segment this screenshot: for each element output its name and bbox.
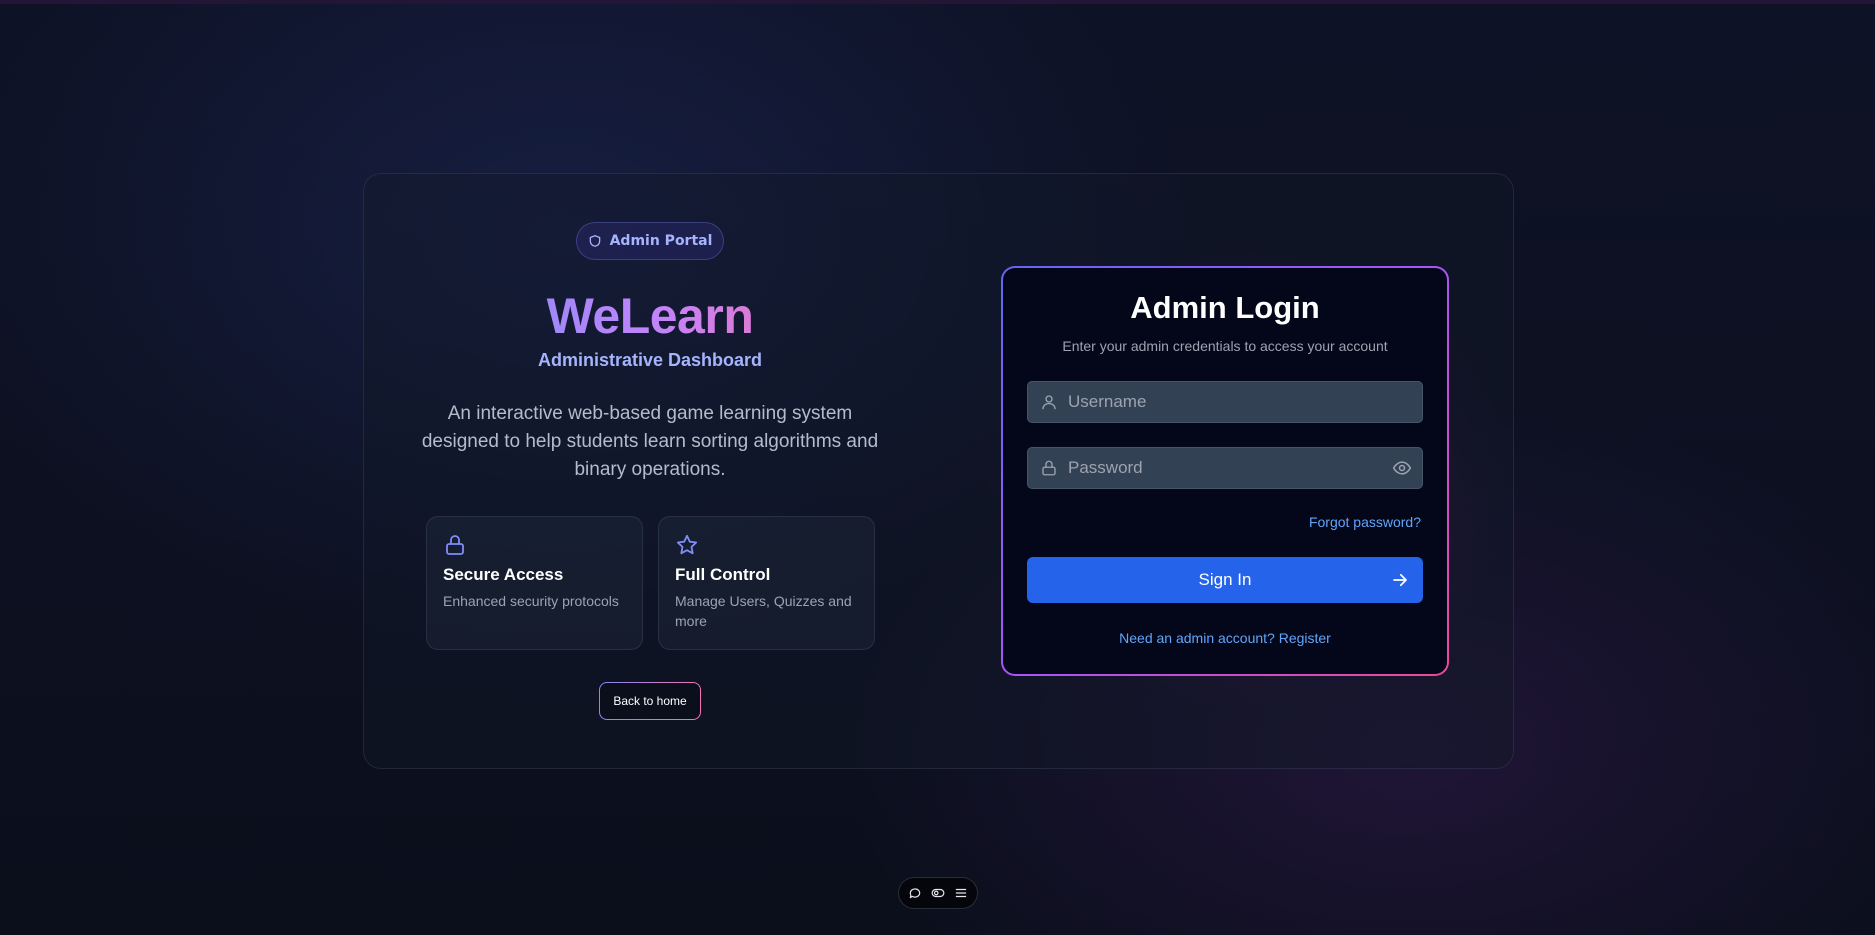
brand-description: An interactive web-based game learning s… [421, 403, 879, 480]
toggle-icon[interactable] [931, 886, 945, 900]
forgot-password-link[interactable]: Forgot password? [1309, 514, 1421, 530]
feature-title: Full Control [675, 565, 771, 584]
login-title: Admin Login [1130, 290, 1320, 325]
shield-icon [589, 235, 600, 247]
back-to-home-button[interactable]: Back to home [599, 682, 701, 720]
feature-desc: Manage Users, Quizzes and more [675, 593, 852, 629]
password-field [1027, 447, 1423, 489]
login-subtitle: Enter your admin credentials to access y… [1062, 338, 1388, 354]
username-field [1027, 381, 1423, 423]
lock-icon [1042, 460, 1056, 476]
user-icon [1042, 395, 1056, 410]
brand-subtitle: Administrative Dashboard [537, 350, 763, 370]
menu-icon[interactable] [954, 886, 968, 900]
arrow-right-icon [1393, 573, 1407, 587]
floating-toolbar [898, 877, 978, 909]
register-link[interactable]: Need an admin account? Register [1003, 630, 1447, 646]
chat-icon[interactable] [908, 886, 922, 900]
login-card: Admin Login Enter your admin credentials… [1001, 266, 1449, 676]
sign-in-button[interactable]: Sign In [1027, 557, 1423, 603]
brand-title: WeLearn [450, 286, 850, 346]
eye-icon[interactable] [1392, 458, 1412, 478]
username-input[interactable] [1068, 382, 1388, 422]
badge-label: Admin Portal [609, 233, 713, 249]
top-edge-line [0, 0, 1875, 4]
feature-card-secure-access: Secure Access Enhanced security protocol… [426, 516, 643, 650]
feature-title: Secure Access [443, 565, 564, 584]
lock-icon [446, 535, 464, 555]
password-input[interactable] [1068, 448, 1388, 488]
feature-card-full-control: Full Control Manage Users, Quizzes and m… [658, 516, 875, 650]
feature-desc: Enhanced security protocols [443, 593, 619, 609]
sign-in-label: Sign In [1198, 570, 1252, 589]
admin-portal-badge: Admin Portal [576, 222, 724, 260]
star-icon [676, 534, 698, 555]
